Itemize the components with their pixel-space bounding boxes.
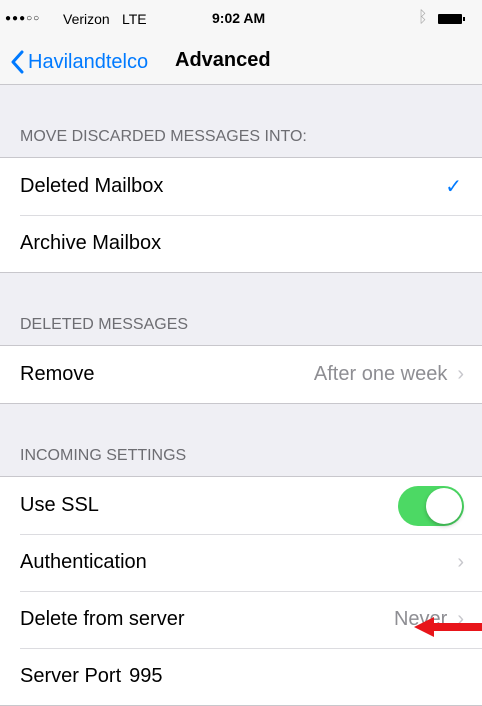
delete-from-server-label: Delete from server bbox=[20, 608, 185, 630]
server-port-row[interactable]: Server Port 995 bbox=[0, 648, 482, 705]
network-type: LTE bbox=[122, 11, 147, 27]
status-time: 9:02 AM bbox=[212, 10, 266, 26]
toggle-knob bbox=[426, 487, 462, 524]
back-button[interactable]: Havilandtelco bbox=[10, 48, 148, 76]
deleted-mailbox-option[interactable]: Deleted Mailbox ✓ bbox=[0, 158, 482, 215]
chevron-left-icon bbox=[11, 50, 24, 74]
back-label: Havilandtelco bbox=[28, 50, 149, 73]
carrier-label: Verizon bbox=[63, 11, 110, 27]
incoming-settings-group: Use SSL Authentication › Delete from ser… bbox=[0, 476, 482, 706]
server-port-label: Server Port bbox=[20, 665, 122, 687]
authentication-label: Authentication bbox=[20, 551, 147, 573]
section-header-deleted-messages: DELETED MESSAGES bbox=[0, 273, 482, 345]
settings-list: MOVE DISCARDED MESSAGES INTO: Deleted Ma… bbox=[0, 85, 482, 706]
authentication-row[interactable]: Authentication › bbox=[0, 534, 482, 591]
use-ssl-label: Use SSL bbox=[20, 494, 99, 516]
chevron-right-icon: › bbox=[457, 363, 464, 385]
bluetooth-icon: ᛒ bbox=[418, 9, 428, 26]
move-discarded-group: Deleted Mailbox ✓ Archive Mailbox bbox=[0, 157, 482, 273]
server-port-value: 995 bbox=[129, 665, 163, 687]
annotation-arrow-icon bbox=[414, 617, 482, 637]
battery-icon bbox=[438, 14, 465, 24]
use-ssl-row: Use SSL bbox=[0, 477, 482, 534]
status-bar: ●●●○○ Verizon LTE 9:02 AM ᛒ bbox=[0, 0, 482, 40]
archive-mailbox-option[interactable]: Archive Mailbox bbox=[0, 215, 482, 272]
checkmark-icon: ✓ bbox=[445, 176, 462, 198]
delete-from-server-row[interactable]: Delete from server Never › bbox=[0, 591, 482, 648]
archive-mailbox-label: Archive Mailbox bbox=[20, 232, 162, 254]
deleted-mailbox-label: Deleted Mailbox bbox=[20, 175, 164, 197]
deleted-messages-group: Remove After one week › bbox=[0, 345, 482, 404]
signal-strength-icon: ●●●○○ bbox=[5, 13, 41, 24]
use-ssl-toggle[interactable] bbox=[398, 485, 464, 526]
section-header-move-discarded: MOVE DISCARDED MESSAGES INTO: bbox=[0, 85, 482, 157]
remove-label: Remove bbox=[20, 363, 95, 385]
section-header-incoming-settings: INCOMING SETTINGS bbox=[0, 404, 482, 476]
remove-value: After one week bbox=[313, 363, 448, 385]
chevron-right-icon: › bbox=[457, 551, 464, 573]
remove-setting-row[interactable]: Remove After one week › bbox=[0, 346, 482, 403]
page-title: Advanced bbox=[175, 49, 271, 71]
